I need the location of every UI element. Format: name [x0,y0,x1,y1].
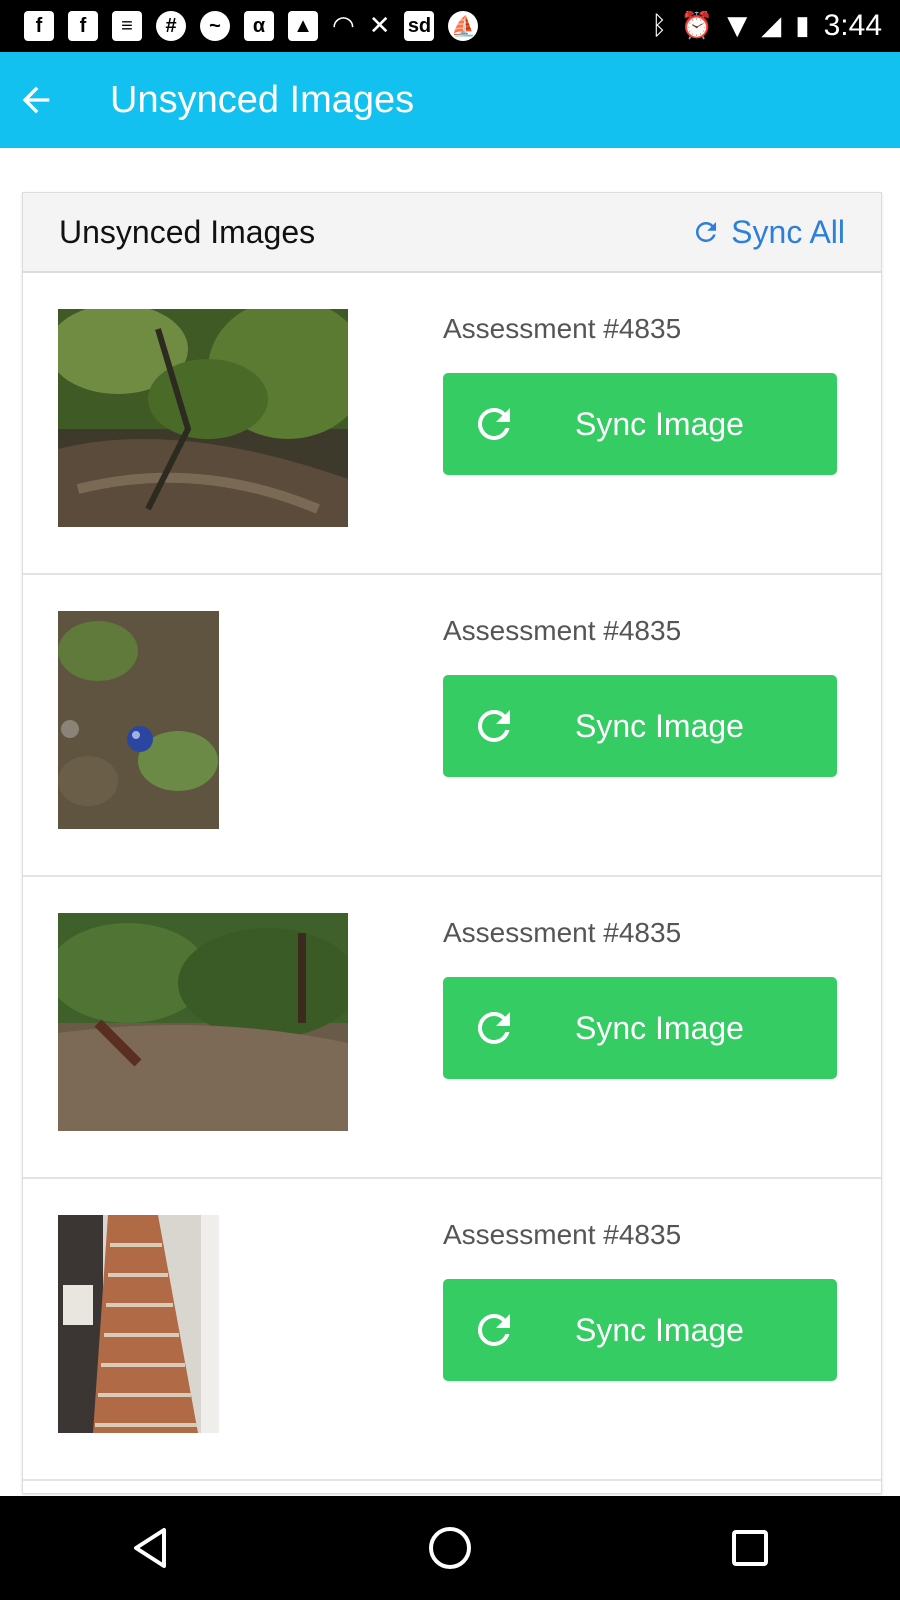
assessment-label: Assessment #4835 [443,313,682,344]
nav-home-button[interactable] [405,1503,495,1593]
forest-path-photo[interactable] [58,309,348,527]
unsynced-images-card: Unsynced Images Sync All Assessment #483… [22,192,882,1494]
sd-icon: sd [404,11,435,41]
alpha-icon: α [244,11,274,41]
refresh-icon [469,1003,519,1053]
forest-slope-photo[interactable] [58,913,348,1131]
image-icon: ▲ [288,11,318,41]
system-icons: ᛒ ⏰ ▼ ◢ ▮ 3:44 [651,9,900,43]
status-bar: f f ≡ # ~ α ▲ ◠ ✕ sd ⛵ ᛒ ⏰ ▼ ◢ ▮ 3:44 [0,0,900,52]
staircase-photo[interactable] [58,1215,219,1433]
ground-ball-photo[interactable] [58,611,219,829]
sync-image-button[interactable]: Sync Image [443,977,837,1079]
sync-all-button[interactable]: Sync All [691,214,845,251]
slack-icon: # [156,11,186,41]
page-title: Unsynced Images [110,78,415,121]
sync-image-button[interactable]: Sync Image [443,373,837,475]
refresh-icon [469,1305,519,1355]
document-icon: ≡ [112,11,142,41]
card-title: Unsynced Images [59,213,316,250]
bluetooth-icon: ᛒ [651,11,667,41]
list-item: Assessment #4835 Sync Image [23,575,881,877]
sync-image-label: Sync Image [575,1311,744,1348]
list-item: Assessment #4835 Sync Image [23,273,881,575]
facebook-icon: f [24,11,54,41]
messenger-icon: ~ [200,11,230,41]
missed-call-icon: ✕ [368,11,391,41]
sync-image-button[interactable]: Sync Image [443,1279,837,1381]
arrow-left-icon [22,86,50,114]
back-triangle-icon [134,1528,166,1568]
sailboat-icon: ⛵ [448,11,479,41]
notification-icons: f f ≡ # ~ α ▲ ◠ ✕ sd ⛵ [0,11,479,41]
assessment-label: Assessment #4835 [443,1219,682,1250]
refresh-icon [696,221,717,242]
list-item: Assessment #4835 Sync Image [23,877,881,1179]
back-button[interactable] [0,52,72,148]
refresh-icon [469,399,519,449]
app-bar: Unsynced Images [0,52,900,148]
sync-image-label: Sync Image [575,707,744,744]
sync-image-label: Sync Image [575,1009,744,1046]
wifi-tmobile-icon: ◠ [332,11,355,41]
battery-icon: ▮ [795,11,810,41]
recents-square-icon [732,1530,768,1566]
card-header: Unsynced Images Sync All [23,193,881,273]
nav-back-button[interactable] [105,1503,195,1593]
wifi-icon: ▼ [727,11,748,41]
nav-recents-button[interactable] [705,1503,795,1593]
assessment-label: Assessment #4835 [443,615,682,646]
sync-image-label: Sync Image [575,405,744,442]
sync-image-button[interactable]: Sync Image [443,675,837,777]
home-circle-icon [429,1527,471,1569]
clock: 3:44 [823,9,882,42]
refresh-icon [469,701,519,751]
sync-all-label: Sync All [731,213,845,250]
list-item: Assessment #4835 Sync Image [23,1179,881,1481]
facebook-icon: f [68,11,98,41]
signal-icon: ◢ [761,11,782,41]
system-nav-bar [0,1496,900,1600]
assessment-label: Assessment #4835 [443,917,682,948]
alarm-icon: ⏰ [680,11,714,41]
